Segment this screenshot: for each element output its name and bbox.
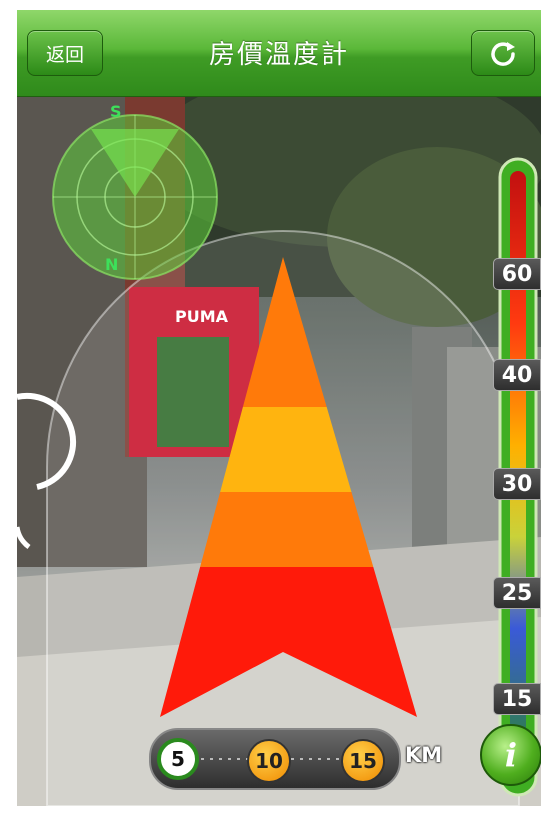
thermo-tick-30: 30 bbox=[493, 468, 541, 500]
thermo-tick-25: 25 bbox=[493, 577, 541, 609]
refresh-button[interactable] bbox=[471, 30, 535, 76]
thermo-tick-60: 60 bbox=[493, 258, 541, 290]
thermo-tick-40: 40 bbox=[493, 359, 541, 391]
distance-option-15[interactable]: 15 bbox=[341, 739, 385, 783]
nav-bar: 返回 房價溫度計 bbox=[17, 10, 541, 97]
info-button[interactable]: i bbox=[480, 724, 541, 786]
page-title: 房價溫度計 bbox=[208, 40, 349, 70]
camera-view: PUMA S N bbox=[17, 97, 541, 806]
distance-option-5[interactable]: 5 bbox=[157, 738, 199, 780]
refresh-icon bbox=[491, 42, 515, 66]
distance-unit: KM bbox=[405, 743, 443, 767]
distance-slider[interactable]: 5 10 15 bbox=[149, 728, 401, 790]
app-screen: PUMA S N bbox=[17, 10, 541, 806]
thermo-tick-15: 15 bbox=[493, 683, 541, 715]
direction-arrow bbox=[160, 257, 417, 717]
distance-option-10[interactable]: 10 bbox=[247, 739, 291, 783]
